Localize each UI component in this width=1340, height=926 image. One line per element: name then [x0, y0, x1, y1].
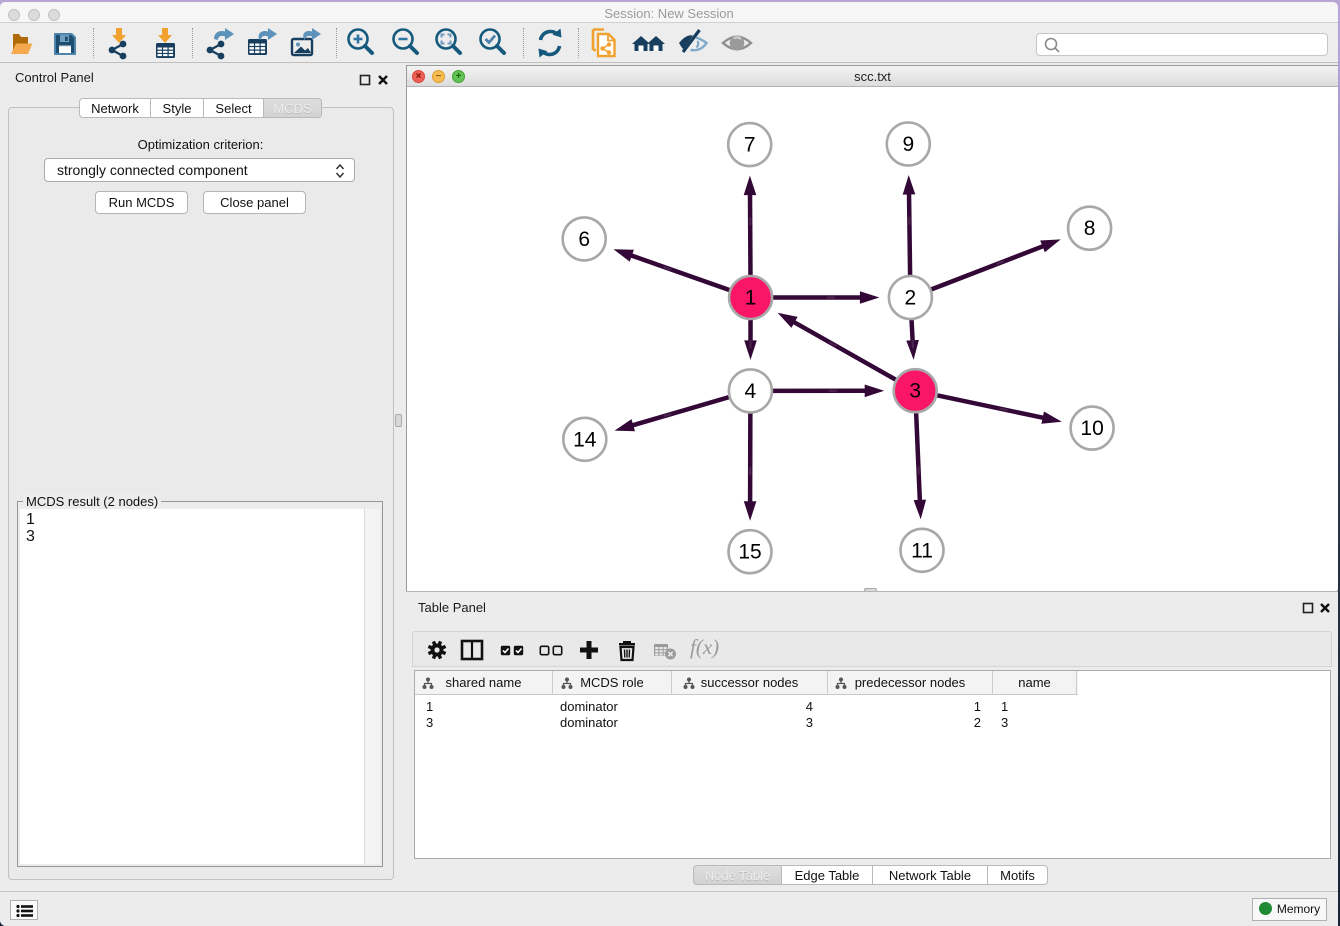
svg-text:4: 4	[745, 380, 757, 403]
svg-text:11: 11	[911, 539, 933, 562]
svg-text:3: 3	[909, 380, 921, 403]
svg-text:10: 10	[1080, 417, 1103, 440]
svg-text:14: 14	[573, 428, 597, 451]
svg-text:8: 8	[1084, 217, 1096, 240]
svg-text:2: 2	[905, 287, 917, 310]
svg-text:15: 15	[738, 541, 761, 564]
svg-text:7: 7	[744, 134, 756, 157]
svg-text:9: 9	[902, 133, 914, 156]
svg-text:1: 1	[745, 287, 757, 310]
svg-text:6: 6	[578, 228, 590, 251]
